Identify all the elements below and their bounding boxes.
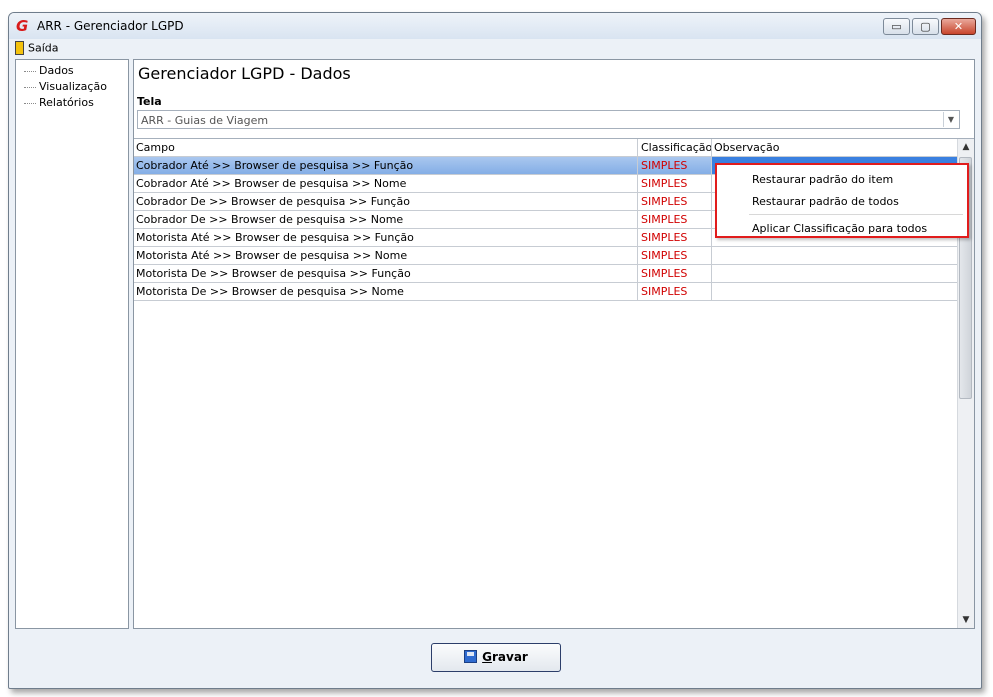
tree-item-relatorios[interactable]: Relatórios xyxy=(16,95,128,111)
cell-classificacao[interactable]: SIMPLES xyxy=(638,157,712,174)
cell-classificacao[interactable]: SIMPLES xyxy=(638,283,712,300)
table-row[interactable]: Motorista De >> Browser de pesquisa >> F… xyxy=(134,265,961,283)
table-row[interactable]: Motorista Até >> Browser de pesquisa >> … xyxy=(134,247,961,265)
column-header-campo[interactable]: Campo xyxy=(134,139,638,156)
context-menu: Restaurar padrão do item Restaurar padrã… xyxy=(715,163,969,238)
tela-label: Tela xyxy=(137,95,162,108)
cell-campo: Motorista De >> Browser de pesquisa >> N… xyxy=(134,283,638,300)
context-menu-item-restore-all[interactable]: Restaurar padrão de todos xyxy=(752,195,899,208)
context-menu-item-restore-item[interactable]: Restaurar padrão do item xyxy=(752,173,893,186)
column-header-classificacao[interactable]: Classificação xyxy=(638,139,712,156)
tela-select[interactable]: ARR - Guias de Viagem ▼ xyxy=(137,110,960,129)
cell-campo: Motorista Até >> Browser de pesquisa >> … xyxy=(134,229,638,246)
tela-select-value: ARR - Guias de Viagem xyxy=(141,114,269,127)
tree-connector xyxy=(24,87,36,88)
cell-observacao[interactable] xyxy=(712,283,961,300)
cell-classificacao[interactable]: SIMPLES xyxy=(638,229,712,246)
minimize-button[interactable]: ▭ xyxy=(883,18,910,35)
tree-item-label: Relatórios xyxy=(39,96,94,109)
tree-item-dados[interactable]: Dados xyxy=(16,63,128,79)
cell-campo: Motorista De >> Browser de pesquisa >> F… xyxy=(134,265,638,282)
cell-campo: Motorista Até >> Browser de pesquisa >> … xyxy=(134,247,638,264)
cell-campo: Cobrador Até >> Browser de pesquisa >> N… xyxy=(134,175,638,192)
footer: Gravar xyxy=(9,633,981,688)
save-button[interactable]: Gravar xyxy=(431,643,561,672)
cell-campo: Cobrador De >> Browser de pesquisa >> No… xyxy=(134,211,638,228)
app-logo-icon: G xyxy=(16,17,29,35)
context-menu-separator xyxy=(749,214,963,215)
window-title: ARR - Gerenciador LGPD xyxy=(37,19,184,33)
cell-classificacao[interactable]: SIMPLES xyxy=(638,211,712,228)
tree-item-visualizacao[interactable]: Visualização xyxy=(16,79,128,95)
page-title: Gerenciador LGPD - Dados xyxy=(138,64,351,83)
tree-item-label: Dados xyxy=(39,64,74,77)
cell-observacao[interactable] xyxy=(712,247,961,264)
navigation-tree: Dados Visualização Relatórios xyxy=(15,59,129,629)
cell-observacao[interactable] xyxy=(712,265,961,282)
close-button[interactable]: ✕ xyxy=(941,18,976,35)
chevron-down-icon[interactable]: ▼ xyxy=(943,112,958,127)
tree-connector xyxy=(24,103,36,104)
column-header-observacao[interactable]: Observação xyxy=(712,139,961,156)
menu-exit[interactable]: Saída xyxy=(15,41,59,58)
cell-campo: Cobrador Até >> Browser de pesquisa >> F… xyxy=(134,157,638,174)
tree-connector xyxy=(24,71,36,72)
cell-classificacao[interactable]: SIMPLES xyxy=(638,247,712,264)
table-row[interactable]: Motorista De >> Browser de pesquisa >> N… xyxy=(134,283,961,301)
scroll-down-icon[interactable]: ▼ xyxy=(958,612,974,628)
cell-campo: Cobrador De >> Browser de pesquisa >> Fu… xyxy=(134,193,638,210)
save-button-accelerator: G xyxy=(482,650,492,664)
context-menu-item-apply-all[interactable]: Aplicar Classificação para todos xyxy=(752,222,927,235)
grid-header: Campo Classificação Observação xyxy=(134,139,960,157)
main-window: G ARR - Gerenciador LGPD ▭ ▢ ✕ Saída Dad… xyxy=(8,12,982,689)
scroll-up-icon[interactable]: ▲ xyxy=(958,139,974,155)
main-panel: Gerenciador LGPD - Dados Tela ARR - Guia… xyxy=(133,59,975,629)
exit-door-icon xyxy=(15,41,24,55)
cell-classificacao[interactable]: SIMPLES xyxy=(638,193,712,210)
tree-item-label: Visualização xyxy=(39,80,107,93)
title-bar[interactable]: G ARR - Gerenciador LGPD ▭ ▢ ✕ xyxy=(9,13,981,39)
cell-classificacao[interactable]: SIMPLES xyxy=(638,265,712,282)
floppy-disk-icon xyxy=(464,650,478,663)
menu-exit-label: Saída xyxy=(28,41,59,55)
save-button-label: ravar xyxy=(492,650,528,664)
maximize-button[interactable]: ▢ xyxy=(912,18,939,35)
cell-classificacao[interactable]: SIMPLES xyxy=(638,175,712,192)
